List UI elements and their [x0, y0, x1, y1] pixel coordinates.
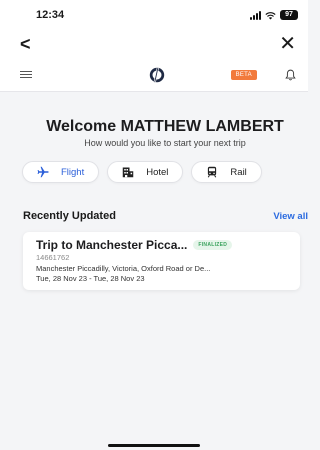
battery-icon: 97 [280, 10, 298, 20]
trip-dates: Tue, 28 Nov 23 - Tue, 28 Nov 23 [36, 274, 145, 283]
home-indicator [108, 444, 200, 447]
hotel-mode-label: Hotel [146, 166, 169, 178]
trip-reference: 14661762 [36, 253, 70, 262]
flight-mode-button[interactable]: Flight [22, 161, 100, 183]
nav-bar: < ✕ [0, 30, 308, 58]
trip-card[interactable]: Trip to Manchester Picca... FINALIZED 14… [23, 232, 300, 290]
status-badge: FINALIZED [193, 240, 233, 250]
train-icon [208, 166, 217, 178]
back-arrow-icon[interactable]: < [20, 35, 31, 53]
header-actions: BETA [230, 69, 296, 81]
brand-logo-icon [150, 67, 165, 82]
travel-mode-selector: Flight Hotel Rail [22, 161, 262, 183]
hamburger-menu-icon[interactable] [20, 70, 32, 79]
close-icon[interactable]: ✕ [279, 34, 296, 54]
welcome-subtitle: How would you like to start your next tr… [84, 138, 246, 148]
recently-updated-header: Recently Updated View all [23, 210, 308, 222]
notification-bell-icon[interactable] [285, 69, 296, 81]
hotel-icon [122, 167, 134, 178]
view-all-link[interactable]: View all [273, 211, 308, 222]
rail-mode-label: Rail [230, 166, 247, 178]
hotel-mode-button[interactable]: Hotel [107, 161, 184, 183]
app-header: BETA [0, 58, 308, 92]
status-bar: 12:34 97 [0, 0, 308, 30]
welcome-heading: Welcome MATTHEW LAMBERT [46, 118, 284, 135]
trip-card-header: Trip to Manchester Picca... FINALIZED [36, 238, 294, 252]
wifi-icon [265, 11, 276, 20]
beta-badge: BETA [230, 69, 257, 80]
airplane-icon [37, 166, 49, 178]
section-title: Recently Updated [23, 210, 116, 222]
cellular-signal-icon [250, 10, 261, 20]
rail-mode-button[interactable]: Rail [191, 161, 262, 183]
flight-mode-label: Flight [61, 166, 85, 178]
trip-route: Manchester Piccadilly, Victoria, Oxford … [36, 264, 211, 273]
status-icons: 97 [250, 10, 298, 20]
status-time: 12:34 [36, 9, 65, 21]
trip-title: Trip to Manchester Picca... [36, 238, 188, 252]
